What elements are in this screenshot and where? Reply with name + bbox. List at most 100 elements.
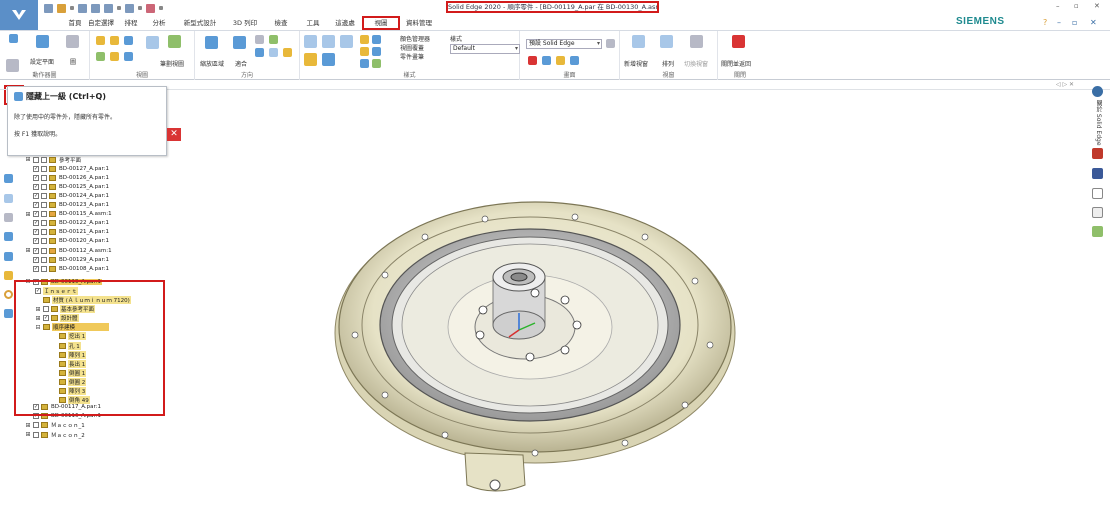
tab-3d-print[interactable]: 3D 列印	[230, 16, 260, 30]
tree-item[interactable]: ✓ BD-00127_A.par:1	[25, 164, 110, 173]
hide-checkbox[interactable]	[41, 174, 47, 181]
visibility-checkbox[interactable]: ✓	[33, 174, 39, 181]
dropdown-icon[interactable]	[70, 6, 74, 10]
tab-view[interactable]: 視圖	[362, 16, 400, 30]
tree-item[interactable]: ⊞ 參考平面	[25, 155, 82, 164]
tab-custom-select[interactable]: 自定選擇	[84, 16, 118, 30]
strip-arrows[interactable]: ◁ ▷ ✕	[1056, 81, 1074, 88]
hide-checkbox[interactable]	[41, 220, 47, 227]
hide-checkbox[interactable]	[41, 247, 47, 254]
tree-item[interactable]: ✓ BD-00129_A.par:1	[25, 255, 110, 264]
tab-analysis[interactable]: 分析	[148, 16, 170, 30]
hide-checkbox[interactable]	[41, 238, 47, 245]
application-button[interactable]	[0, 0, 38, 30]
tab-tools[interactable]: 工具	[302, 16, 324, 30]
floor-icon[interactable]	[304, 53, 317, 66]
visibility-checkbox[interactable]: ✓	[33, 229, 39, 236]
visibility-checkbox[interactable]: ✓	[33, 211, 39, 218]
tree-item[interactable]: ✓ BD-00122_A.par:1	[25, 219, 110, 228]
pathfinder-icon[interactable]	[4, 174, 13, 183]
visibility-checkbox[interactable]: ✓	[33, 220, 39, 227]
view-iso-icon[interactable]	[96, 36, 105, 45]
background-icon[interactable]	[556, 56, 565, 65]
set-plane-icon[interactable]	[36, 35, 49, 48]
visibility-checkbox[interactable]: ✓	[33, 183, 39, 190]
maximize-button[interactable]: ▫	[1074, 2, 1079, 10]
visibility-checkbox[interactable]: ✓	[33, 256, 39, 263]
hide-checkbox[interactable]	[41, 165, 47, 172]
layers-icon[interactable]	[4, 213, 13, 222]
tab-home[interactable]: 首頁	[64, 16, 86, 30]
redo-icon[interactable]	[146, 3, 155, 13]
help-circle-icon[interactable]	[1092, 86, 1103, 97]
texture-icon[interactable]	[570, 56, 579, 65]
tree-item[interactable]: ✓ BD-00120_A.par:1	[25, 237, 110, 246]
ribbon-restore-button[interactable]: ▫	[1072, 18, 1077, 27]
tab-data-management[interactable]: 資料管理	[402, 16, 436, 30]
tab-these[interactable]: 這邊處	[332, 16, 358, 30]
view-top-icon[interactable]	[110, 36, 119, 45]
hide-checkbox[interactable]	[41, 265, 47, 272]
fit-icon[interactable]	[233, 36, 246, 49]
hide-checkbox[interactable]	[41, 211, 47, 218]
tab-schedule[interactable]: 排程	[122, 16, 140, 30]
library-icon[interactable]	[4, 194, 13, 203]
sensors-icon[interactable]	[4, 252, 13, 261]
visibility-checkbox[interactable]: ✓	[33, 165, 39, 172]
tree-item[interactable]: ✓ BD-00124_A.par:1	[25, 191, 110, 200]
rotate-icon[interactable]	[255, 48, 264, 57]
tree-item[interactable]: ✓ BD-00125_A.par:1	[25, 182, 110, 191]
part-painter-label[interactable]: 零件畫筆	[400, 52, 424, 61]
hide-checkbox[interactable]	[41, 202, 47, 208]
key-icon[interactable]	[4, 290, 13, 299]
zoom-icon[interactable]	[255, 35, 264, 44]
visibility-checkbox[interactable]	[33, 431, 39, 438]
ribbon-close-button[interactable]: ✕	[1090, 18, 1097, 27]
expand-icon[interactable]: ⊞	[25, 211, 31, 218]
about-solid-edge-label[interactable]: 關於 Solid Edge	[1094, 100, 1103, 146]
hide-previous-level-icon[interactable]	[9, 34, 18, 43]
view-left-icon[interactable]	[110, 52, 119, 61]
save-all-icon[interactable]	[91, 3, 100, 13]
undo-icon[interactable]	[125, 3, 134, 13]
ribbon-minimize-button[interactable]: –	[1057, 18, 1061, 27]
docs-icon[interactable]	[1092, 207, 1103, 218]
twitter-icon[interactable]	[1092, 188, 1103, 199]
view-right-icon[interactable]	[96, 52, 105, 61]
arrange-icon[interactable]	[660, 35, 673, 48]
help-icon[interactable]: ?	[1043, 18, 1047, 27]
sil-icon[interactable]	[372, 35, 381, 44]
facebook-icon[interactable]	[1092, 168, 1103, 179]
open-icon[interactable]	[57, 3, 66, 13]
screen-select[interactable]: 預設 Solid Edge	[526, 39, 602, 49]
look-at-icon[interactable]	[283, 48, 292, 57]
spin-icon[interactable]	[269, 48, 278, 57]
visibility-checkbox[interactable]: ✓	[33, 247, 39, 254]
visibility-checkbox[interactable]: ✓	[33, 192, 39, 199]
3d-model-viewport[interactable]	[325, 185, 745, 505]
tree-item[interactable]: ⊞ Ｍａｃｏｎ_2	[25, 430, 86, 439]
visibility-checkbox[interactable]: ✓	[33, 202, 39, 208]
view-bottom-icon[interactable]	[124, 52, 133, 61]
reflection-icon[interactable]	[360, 47, 369, 56]
feature-library-icon[interactable]	[4, 232, 13, 241]
zoom-area-icon[interactable]	[205, 36, 218, 49]
paint-icon[interactable]	[528, 56, 537, 65]
lights-icon[interactable]	[360, 35, 369, 44]
tree-item[interactable]: ⊞ ✓ BD-00112_A.asm:1	[25, 246, 113, 255]
tree-item[interactable]: ⊞ ✓ BD-00115_A.asm:1	[25, 210, 113, 219]
close-icon[interactable]: ✕	[167, 128, 181, 141]
hide-checkbox[interactable]	[41, 229, 47, 236]
minimize-button[interactable]: –	[1056, 2, 1060, 10]
edges-icon[interactable]	[372, 47, 381, 56]
sharpen-icon[interactable]	[372, 59, 381, 68]
view-overlay-label[interactable]: 視圖覆蓋	[400, 43, 424, 52]
expand-icon[interactable]: ⊞	[25, 247, 31, 254]
tab-inspect[interactable]: 檢查	[270, 16, 292, 30]
visibility-checkbox[interactable]: ✓	[33, 238, 39, 245]
tab-new-design[interactable]: 新型式設計	[178, 16, 222, 30]
hide-checkbox[interactable]	[41, 256, 47, 263]
new-window-icon[interactable]	[632, 35, 645, 48]
tree-item[interactable]: ⊞ Ｍａｃｏｎ_1	[25, 421, 86, 430]
expand-icon[interactable]: ⊞	[25, 422, 31, 429]
